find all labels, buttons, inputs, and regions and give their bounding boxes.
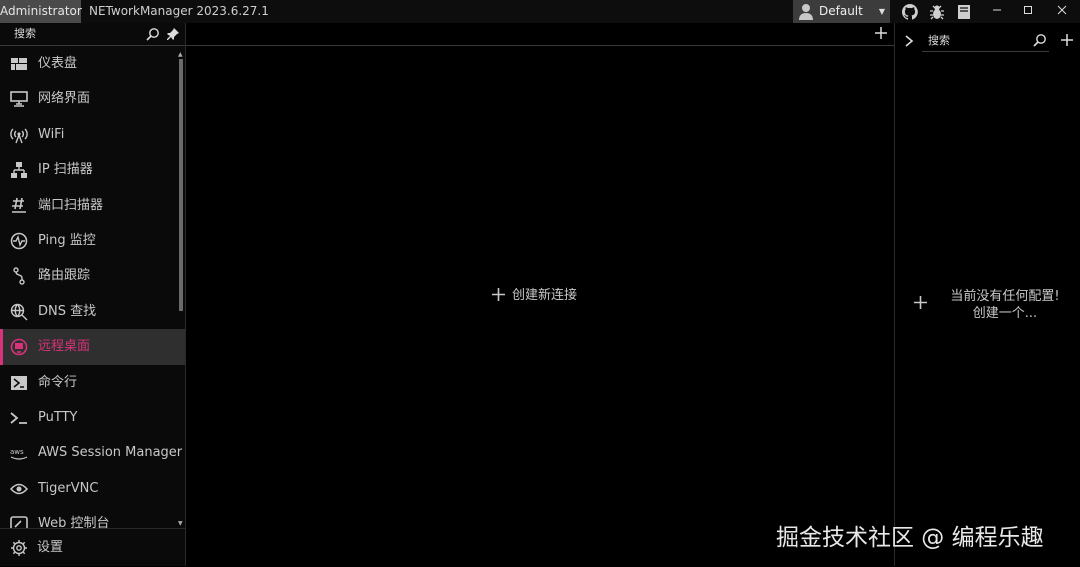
chevron-down-icon: ▼ [878,7,885,16]
plus-icon [914,296,927,309]
sidebar-item-wifi[interactable]: WiFi [0,117,185,152]
title-bar: Administrator NETworkManager 2023.6.27.1… [0,0,1080,23]
port-scanner-icon [12,197,26,213]
sidebar-item-aws-session-manager[interactable]: aws AWS Session Manager [0,435,185,470]
sidebar-search-input[interactable]: 搜索 [14,23,36,45]
create-connection-button[interactable]: 创建新连接 [491,284,577,303]
sidebar-item-traceroute[interactable]: 路由跟踪 [0,258,185,293]
search-icon[interactable] [146,27,160,41]
sidebar: 搜索 ▲ ▼ 仪表盘 网络界面 WiFi IP 扫描器 端口扫描器 Ping 监… [0,23,186,566]
sidebar-item-label: 命令行 [38,374,78,390]
profiles-panel: 搜索 当前没有任何配置! 创建一个... [894,23,1080,566]
maximize-icon [1024,6,1032,14]
sidebar-search[interactable]: 搜索 [0,23,185,46]
settings-button[interactable]: 设置 [0,528,185,567]
create-connection-label: 创建新连接 [512,288,578,303]
dns-lookup-icon [10,303,28,321]
minimize-button[interactable] [982,0,1012,23]
sidebar-item-label: 网络界面 [38,91,91,107]
sidebar-item-label: 远程桌面 [38,339,91,355]
empty-profiles-line-2: 创建一个... [972,306,1038,321]
profiles-search-input[interactable]: 搜索 [928,30,950,51]
minimize-icon [993,9,1001,11]
empty-profiles-line-1: 当前没有任何配置! [950,289,1060,304]
sidebar-item-powershell[interactable]: 命令行 [0,365,185,400]
sidebar-item-label: IP 扫描器 [38,162,93,178]
sidebar-item-putty[interactable]: PuTTY [0,400,185,435]
plus-icon [492,288,505,301]
powershell-icon [11,375,27,390]
profile-selector-label: Default [819,4,863,18]
remote-desktop-icon [10,338,28,356]
sidebar-item-label: TigerVNC [38,480,99,496]
profile-selector[interactable]: Default ▼ [793,0,890,23]
network-interface-icon [10,91,28,108]
sidebar-item-label: 路由跟踪 [38,268,91,284]
add-profile-icon[interactable] [1060,33,1074,47]
sidebar-item-web-console[interactable]: Web 控制台 [0,506,185,528]
sidebar-item-remote-desktop[interactable]: 远程桌面 [0,329,185,365]
document-icon[interactable] [956,4,972,20]
sidebar-item-label: 仪表盘 [38,56,78,71]
pin-icon[interactable] [166,27,180,41]
settings-label: 设置 [37,540,64,555]
empty-profiles-message: 当前没有任何配置! 创建一个... [935,288,1075,322]
sidebar-item-ping-monitor[interactable]: Ping 监控 [0,223,185,258]
github-icon[interactable] [902,4,918,20]
close-button[interactable] [1047,0,1077,23]
terminal-icon [10,412,27,424]
app-title: NETworkManager 2023.6.27.1 [89,4,269,18]
sidebar-item-label: WiFi [38,126,65,142]
eye-icon [10,483,28,494]
watermark-text: 掘金技术社区 @ 编程乐趣 [776,525,1044,551]
sidebar-item-dashboard[interactable]: 仪表盘 [0,46,185,81]
sidebar-item-port-scanner[interactable]: 端口扫描器 [0,188,185,223]
sidebar-item-ip-scanner[interactable]: IP 扫描器 [0,152,185,187]
wifi-icon [10,128,28,144]
sidebar-item-label: Ping 监控 [38,232,96,248]
gear-icon [11,540,27,556]
chevron-right-icon[interactable] [904,35,914,47]
administrator-badge: Administrator [0,0,82,23]
traceroute-icon [13,267,25,286]
bug-icon[interactable] [929,4,945,20]
profiles-search[interactable]: 搜索 [922,30,1049,52]
sidebar-item-label: AWS Session Manager [38,445,183,461]
add-tab-icon[interactable] [874,26,888,40]
aws-icon: aws [10,448,28,460]
tab-bar [186,23,894,46]
dashboard-icon [11,58,27,70]
close-icon [1057,5,1067,15]
sidebar-item-network-interface[interactable]: 网络界面 [0,81,185,116]
sidebar-item-label: DNS 查找 [38,303,97,319]
sidebar-item-label: PuTTY [38,409,78,425]
sidebar-item-tigervnc[interactable]: TigerVNC [0,471,185,506]
sidebar-nav: 仪表盘 网络界面 WiFi IP 扫描器 端口扫描器 Ping 监控 路由跟踪 … [0,46,185,528]
ip-scanner-icon [11,162,27,179]
web-console-icon [10,516,28,528]
sidebar-item-label: Web 控制台 [38,516,110,528]
sidebar-item-dns-lookup[interactable]: DNS 查找 [0,294,185,329]
ping-monitor-icon [10,232,28,250]
user-icon [799,4,813,20]
sidebar-item-label: 端口扫描器 [38,197,104,213]
maximize-button[interactable] [1013,0,1043,23]
main-content: 创建新连接 [186,23,894,566]
svg-text:aws: aws [10,448,24,456]
search-icon[interactable] [1033,33,1047,47]
